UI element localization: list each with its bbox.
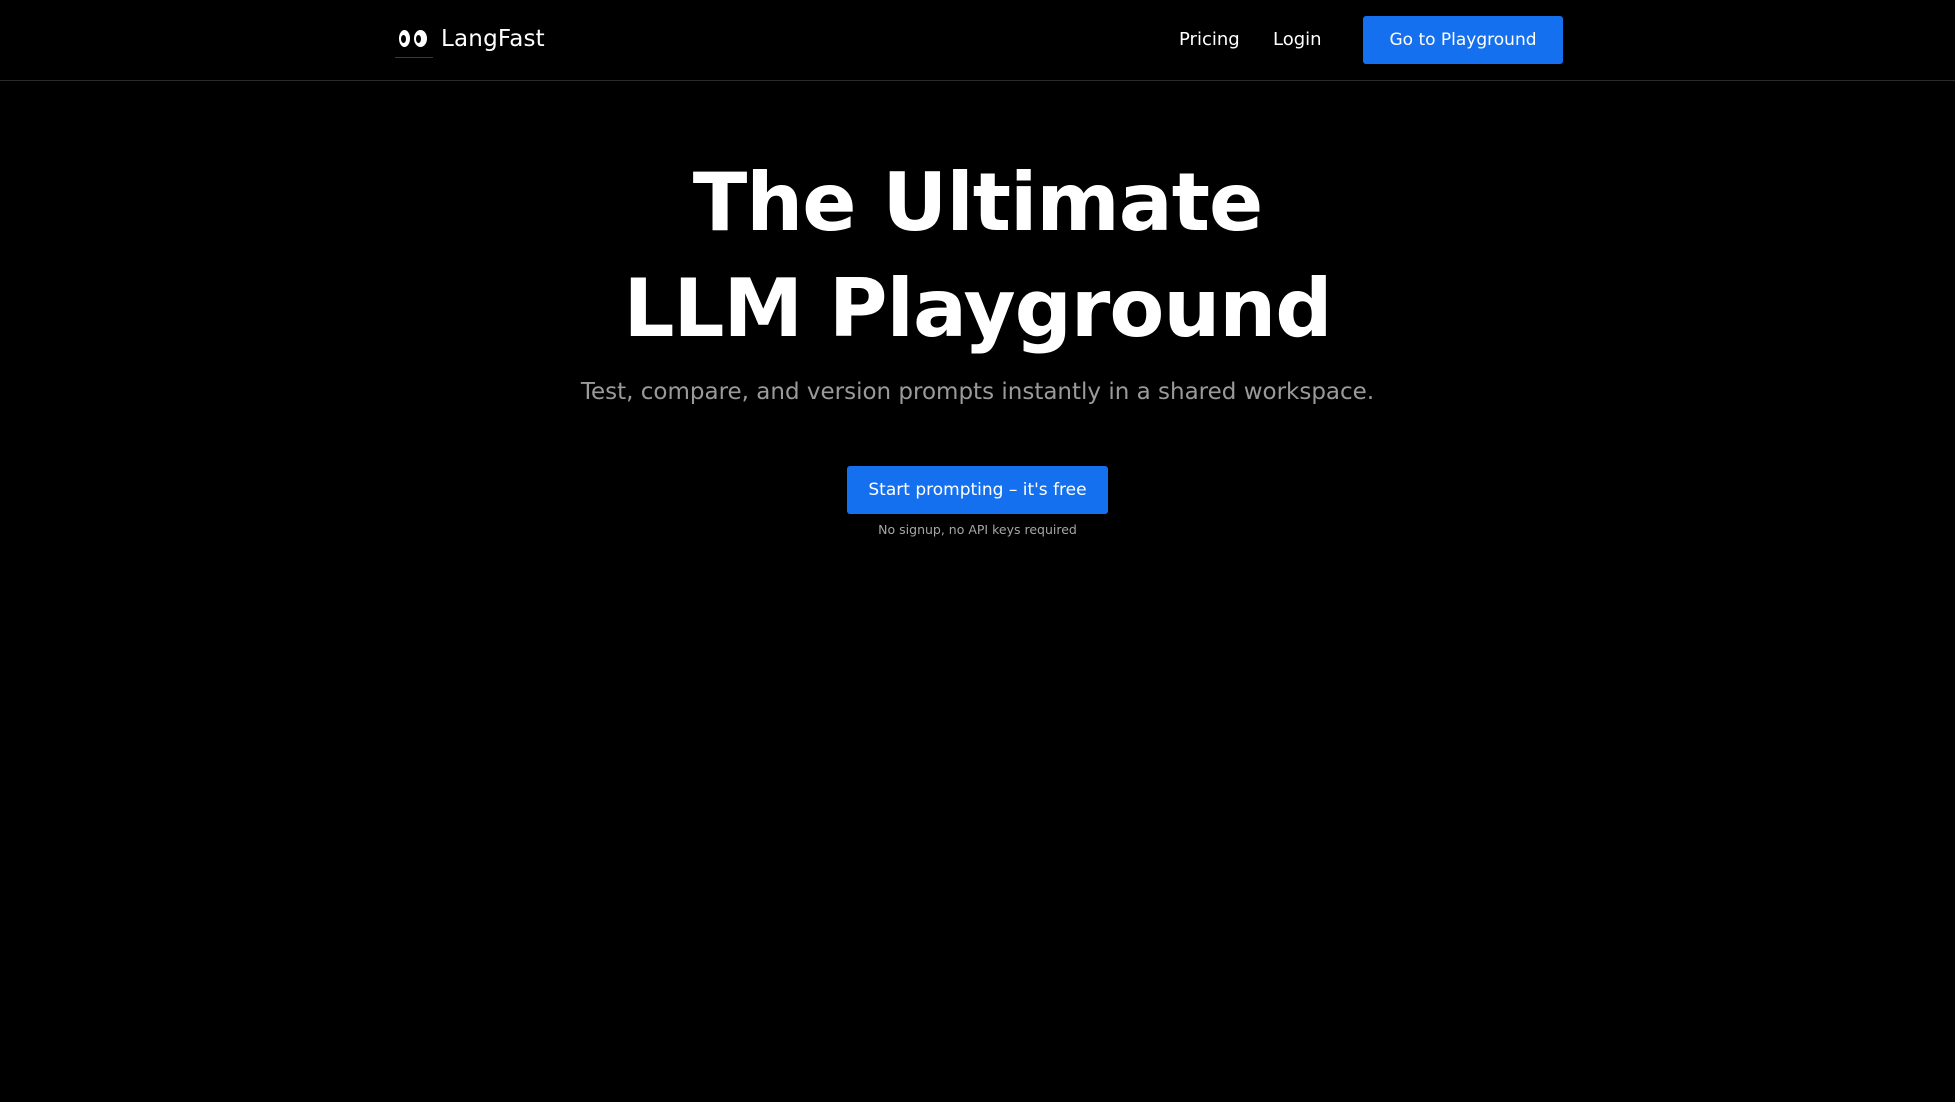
nav-login-link[interactable]: Login [1273,26,1322,54]
cta-note: No signup, no API keys required [878,522,1077,537]
hero-title-line-1: The Ultimate [692,156,1264,249]
nav-pricing-link[interactable]: Pricing [1179,26,1240,54]
hero-subtitle: Test, compare, and version prompts insta… [580,379,1375,405]
left-eye-icon [399,30,410,47]
hero-content: The Ultimate LLM Playground Test, compar… [0,150,1955,408]
brand-name: LangFast [441,26,545,52]
hero-title-line-2: LLM Playground [623,262,1333,355]
go-to-playground-button[interactable]: Go to Playground [1363,16,1563,64]
hero-title: The Ultimate LLM Playground [0,150,1955,362]
brand-logo-link[interactable]: LangFast [395,18,545,60]
top-navigation-bar: LangFast Pricing Login Go to Playground [0,0,1955,81]
right-eye-icon [414,30,427,47]
eyes-logo-icon [395,20,433,58]
start-prompting-button[interactable]: Start prompting – it's free [847,466,1108,514]
